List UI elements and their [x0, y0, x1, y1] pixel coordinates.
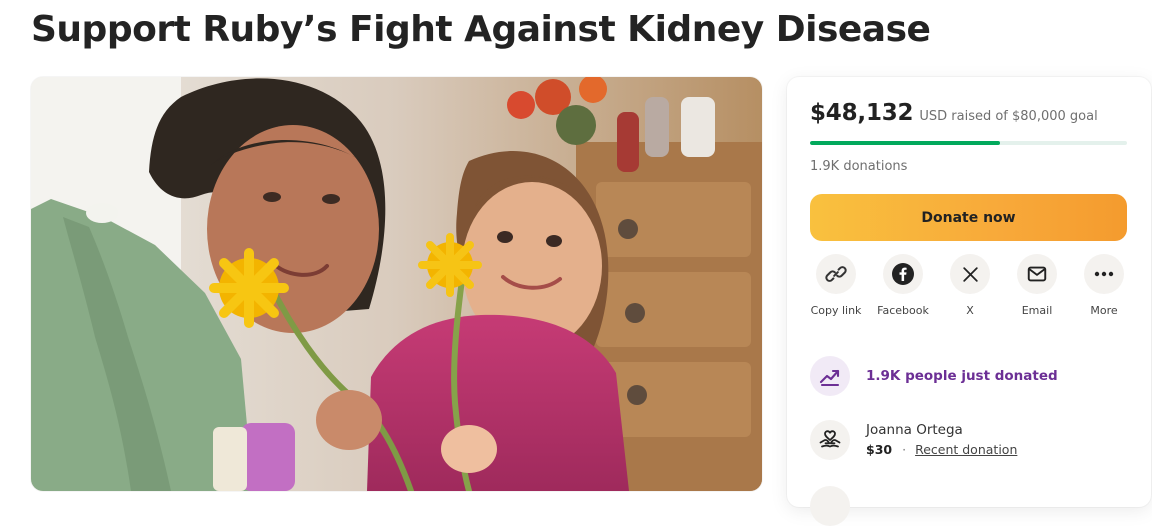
heart-hands-icon [810, 420, 850, 460]
funding-summary: $48,132 USD raised of $80,000 goal [810, 100, 1098, 126]
donate-now-button[interactable]: Donate now [810, 194, 1127, 241]
amount-raised: $48,132 [810, 100, 914, 126]
copy-link-action[interactable]: Copy link [810, 254, 862, 344]
more-share-action[interactable]: More [1078, 254, 1130, 344]
trending-up-icon [810, 356, 850, 396]
share-label-facebook: Facebook [877, 304, 929, 317]
link-icon[interactable] [816, 254, 856, 294]
recent-donor-row: Joanna Ortega $30 · Recent donation [810, 420, 1130, 460]
facebook-icon[interactable] [883, 254, 923, 294]
share-actions: Copy link Facebook X Email More [810, 254, 1130, 344]
recent-donation-link[interactable]: Recent donation [915, 440, 1017, 460]
progress-fill [810, 141, 1001, 145]
donor-name: Joanna Ortega [866, 422, 963, 438]
campaign-photo [31, 77, 762, 491]
goal-text: USD raised of $80,000 goal [919, 109, 1098, 124]
donor-meta: $30 · Recent donation [866, 440, 1017, 460]
next-donor-icon [810, 486, 850, 526]
activity-text: 1.9K people just donated [866, 368, 1058, 384]
email-icon[interactable] [1017, 254, 1057, 294]
donation-count: 1.9K donations [810, 159, 908, 174]
share-label-email: Email [1021, 304, 1053, 317]
campaign-photo-image [31, 77, 762, 491]
donor-amount: $30 [866, 442, 893, 457]
more-icon[interactable] [1084, 254, 1124, 294]
donation-activity: 1.9K people just donated [810, 356, 1130, 396]
x-share-action[interactable]: X [944, 254, 996, 344]
share-label-copy-link: Copy link [810, 304, 862, 317]
facebook-share-action[interactable]: Facebook [877, 254, 929, 344]
progress-bar [810, 141, 1127, 145]
recent-donor-details: Joanna Ortega $30 · Recent donation [866, 420, 1017, 460]
share-label-more: More [1090, 304, 1118, 317]
page-title: Support Ruby’s Fight Against Kidney Dise… [31, 9, 931, 50]
x-icon[interactable] [950, 254, 990, 294]
share-label-x: X [966, 304, 974, 317]
email-share-action[interactable]: Email [1011, 254, 1063, 344]
donation-card: $48,132 USD raised of $80,000 goal 1.9K … [787, 77, 1151, 526]
separator-dot: · [902, 442, 907, 457]
